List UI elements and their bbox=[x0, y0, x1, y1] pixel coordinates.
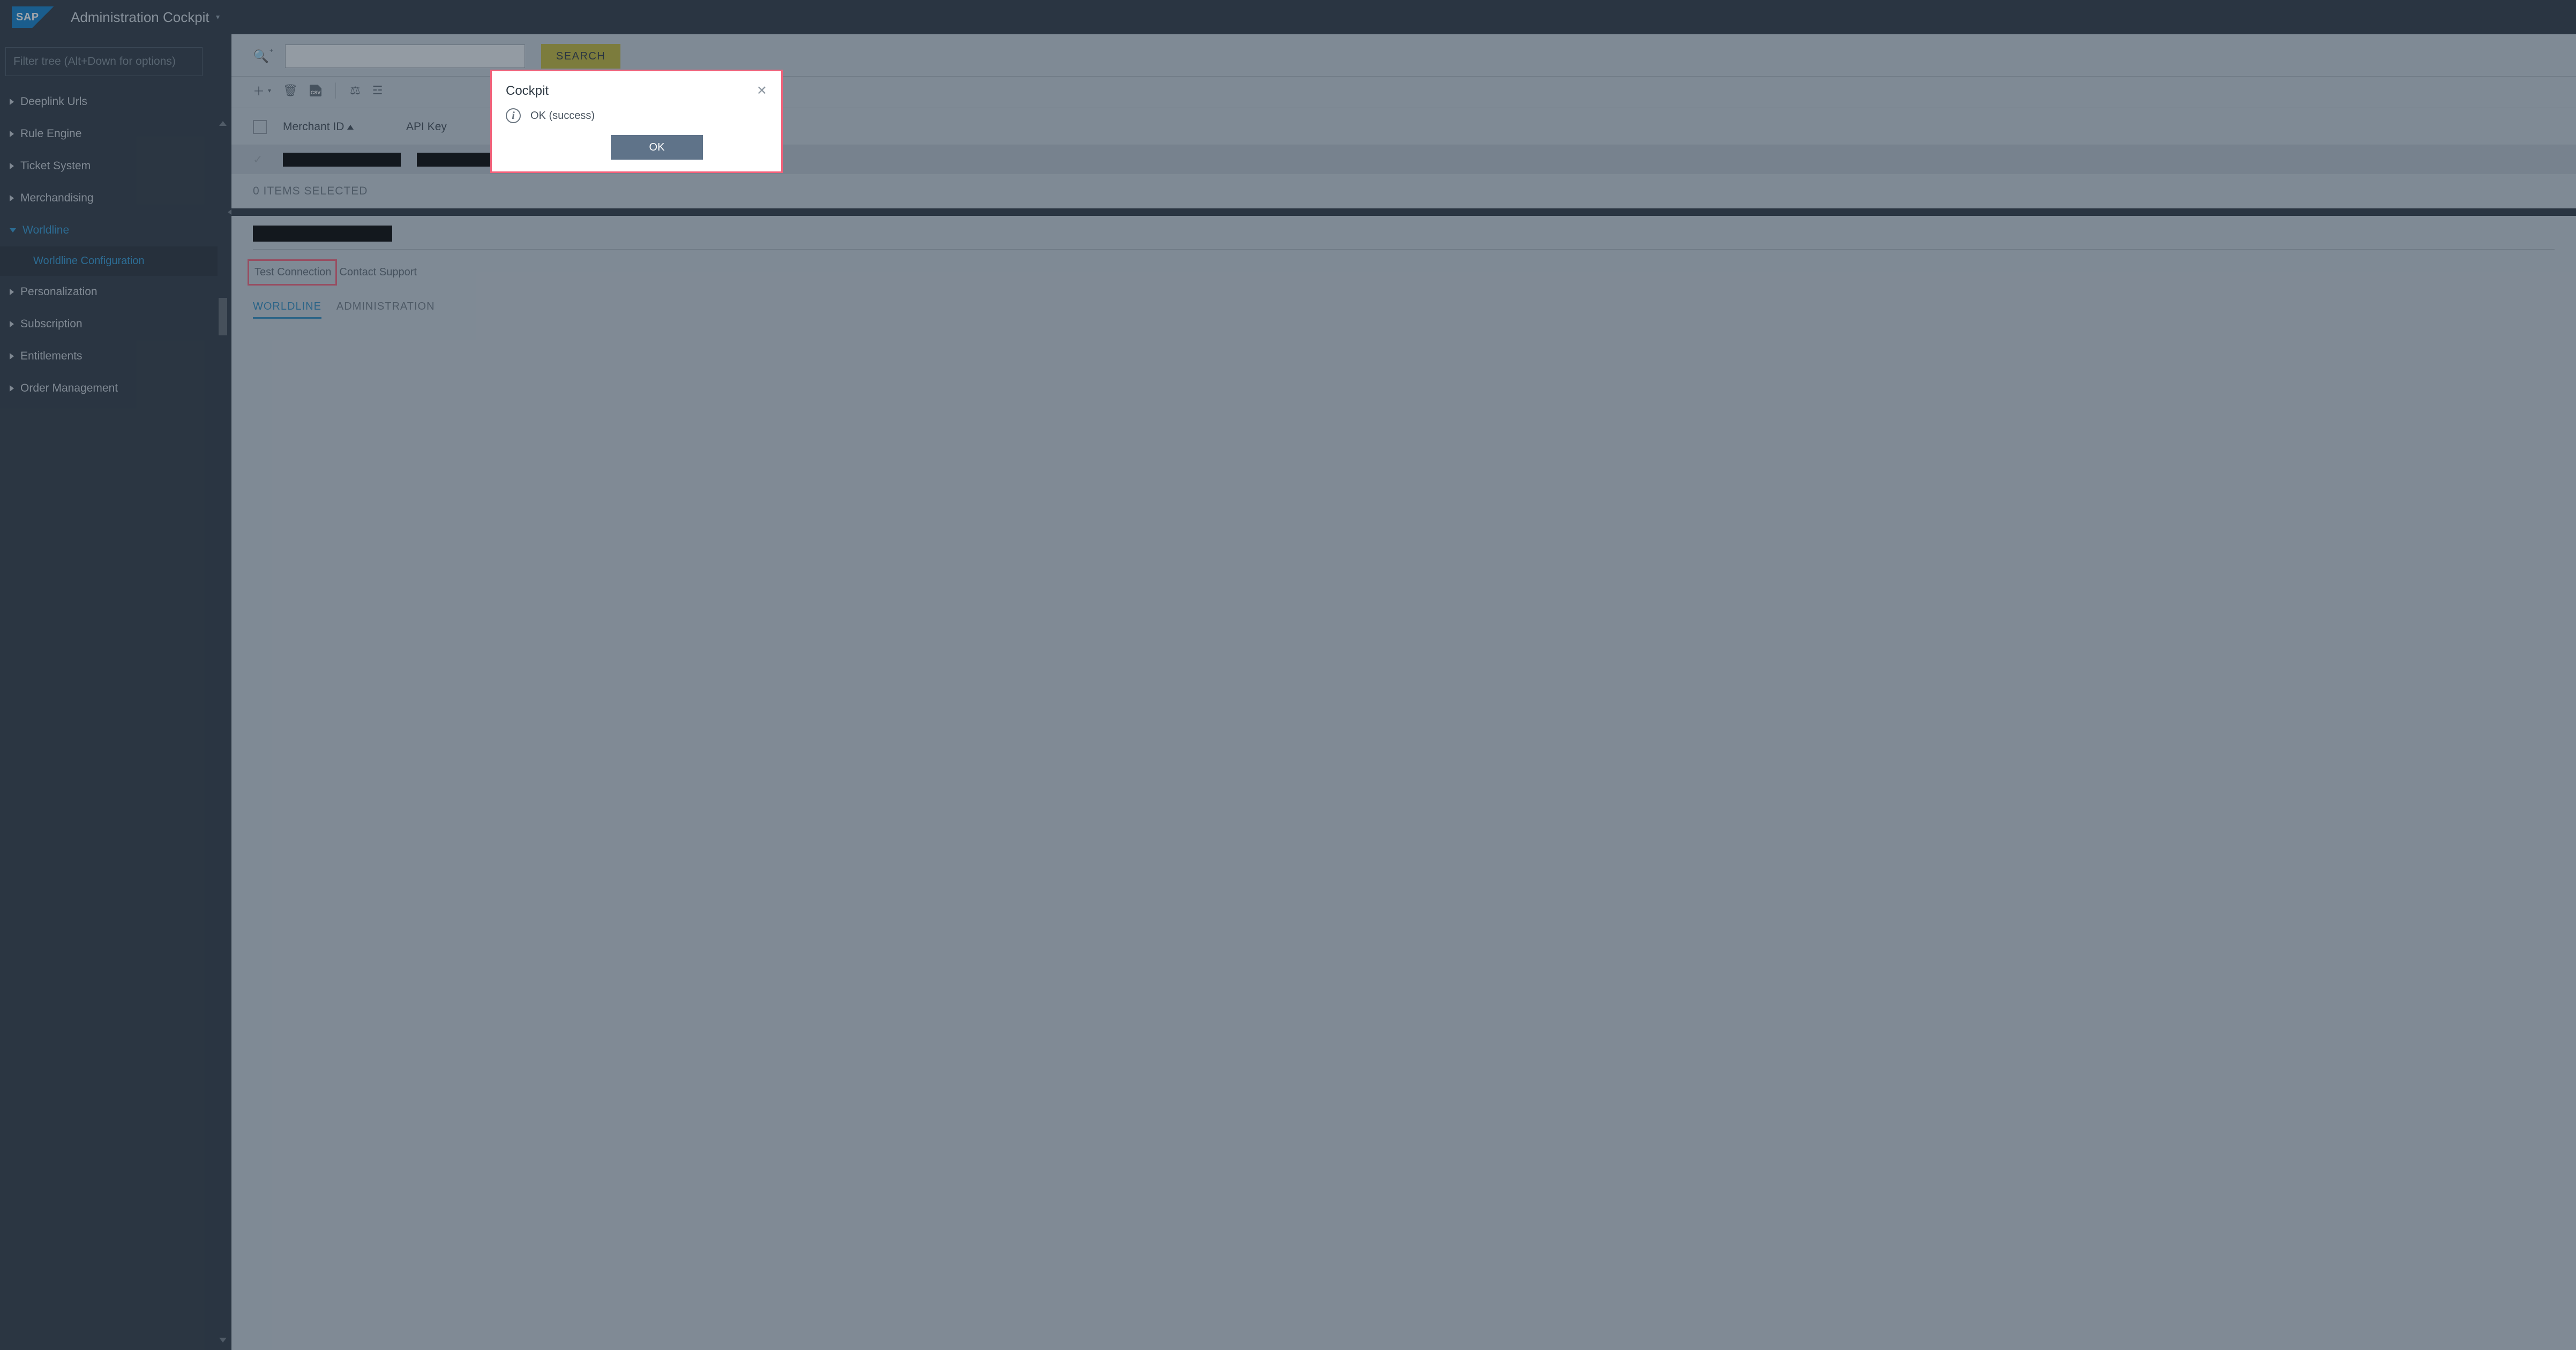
tab-worldline[interactable]: WORLDLINE bbox=[253, 301, 321, 319]
chevron-right-icon bbox=[10, 195, 14, 201]
sidebar-subitem-worldline-configuration[interactable]: Worldline Configuration bbox=[0, 246, 218, 276]
sidebar-item-merchandising[interactable]: Merchandising bbox=[0, 182, 218, 214]
sidebar-item-subscription[interactable]: Subscription bbox=[0, 308, 218, 340]
sidebar-item-label: Order Management bbox=[20, 382, 118, 395]
chevron-right-icon bbox=[10, 289, 14, 295]
sidebar-item-worldline[interactable]: Worldline bbox=[0, 214, 218, 246]
sidebar-item-label: Subscription bbox=[20, 318, 83, 331]
app-header: SAP Administration Cockpit ▼ bbox=[0, 0, 2576, 34]
sidebar-item-personalization[interactable]: Personalization bbox=[0, 276, 218, 308]
chevron-right-icon bbox=[10, 163, 14, 169]
column-merchant-id[interactable]: Merchant ID bbox=[283, 121, 390, 133]
close-icon[interactable]: ✕ bbox=[757, 83, 767, 99]
sidebar-item-deeplink-urls[interactable]: Deeplink Urls bbox=[0, 86, 218, 118]
sort-asc-icon bbox=[347, 125, 354, 130]
info-icon: i bbox=[506, 108, 521, 123]
select-all-checkbox[interactable] bbox=[253, 120, 267, 134]
scroll-down-icon bbox=[219, 1338, 227, 1342]
chevron-right-icon bbox=[10, 353, 14, 359]
scroll-up-icon bbox=[219, 121, 227, 126]
bulk-edit-icon[interactable]: ☲ bbox=[372, 84, 383, 98]
sap-logo: SAP bbox=[12, 6, 55, 28]
sidebar-item-label: Merchandising bbox=[20, 192, 94, 205]
delete-icon[interactable]: 🗑 bbox=[283, 84, 298, 98]
detail-tabs: WORLDLINE ADMINISTRATION bbox=[253, 296, 2555, 319]
compare-icon[interactable]: ⚖ bbox=[350, 84, 361, 98]
chevron-right-icon bbox=[10, 385, 14, 392]
sidebar: Filter tree (Alt+Down for options) Deepl… bbox=[0, 34, 231, 1350]
sidebar-item-ticket-system[interactable]: Ticket System bbox=[0, 150, 218, 182]
sidebar-item-order-management[interactable]: Order Management bbox=[0, 372, 218, 404]
sidebar-item-label: Ticket System bbox=[20, 160, 91, 172]
search-input[interactable] bbox=[285, 44, 525, 68]
chevron-right-icon bbox=[10, 321, 14, 327]
tree-filter-input[interactable]: Filter tree (Alt+Down for options) bbox=[5, 47, 203, 76]
column-label: Merchant ID bbox=[283, 121, 344, 133]
chevron-right-icon bbox=[10, 131, 14, 137]
sidebar-item-label: Personalization bbox=[20, 286, 98, 298]
scroll-thumb[interactable] bbox=[219, 298, 227, 335]
main-content: 🔍+ SEARCH ＋ ▾ 🗑 CSV ⚖ ☲ Merchant ID API … bbox=[231, 34, 2576, 1350]
pane-splitter[interactable] bbox=[231, 208, 2576, 216]
sidebar-scrollbar[interactable] bbox=[218, 119, 228, 1345]
ok-button[interactable]: OK bbox=[611, 135, 703, 160]
sidebar-item-rule-engine[interactable]: Rule Engine bbox=[0, 118, 218, 150]
detail-title-redacted bbox=[253, 226, 392, 242]
chevron-down-icon: ▾ bbox=[268, 87, 271, 94]
column-api-key[interactable]: API Key bbox=[406, 121, 447, 133]
contact-support-button[interactable]: Contact Support bbox=[337, 261, 417, 284]
sidebar-item-label: Rule Engine bbox=[20, 128, 81, 140]
chevron-right-icon bbox=[10, 99, 14, 105]
cell-merchant-id-redacted bbox=[283, 153, 401, 167]
detail-pane: Test Connection Contact Support WORLDLIN… bbox=[231, 216, 2576, 328]
tab-administration[interactable]: ADMINISTRATION bbox=[336, 301, 435, 319]
chevron-down-icon: ▼ bbox=[215, 13, 221, 21]
cockpit-dialog: Cockpit ✕ i OK (success) OK bbox=[490, 70, 783, 173]
app-title-dropdown[interactable]: Administration Cockpit ▼ bbox=[71, 9, 221, 26]
sidebar-item-label: Entitlements bbox=[20, 350, 83, 363]
row-selected-icon: ✓ bbox=[253, 153, 267, 167]
app-title-text: Administration Cockpit bbox=[71, 9, 209, 26]
add-button[interactable]: ＋ ▾ bbox=[253, 82, 271, 99]
sidebar-item-entitlements[interactable]: Entitlements bbox=[0, 340, 218, 372]
plus-icon: ＋ bbox=[253, 82, 265, 99]
sidebar-item-label: Deeplink Urls bbox=[20, 95, 87, 108]
dialog-message: OK (success) bbox=[530, 110, 595, 122]
search-button[interactable]: SEARCH bbox=[541, 44, 620, 69]
dialog-title: Cockpit bbox=[506, 84, 549, 99]
selection-status: 0 ITEMS SELECTED bbox=[231, 174, 2576, 208]
test-connection-button[interactable]: Test Connection bbox=[248, 259, 337, 286]
sidebar-item-label: Worldline bbox=[23, 224, 69, 237]
export-csv-icon[interactable]: CSV bbox=[310, 85, 321, 96]
chevron-down-icon bbox=[10, 228, 16, 232]
advanced-search-icon[interactable]: 🔍+ bbox=[253, 49, 269, 64]
toolbar-separator bbox=[335, 82, 336, 99]
